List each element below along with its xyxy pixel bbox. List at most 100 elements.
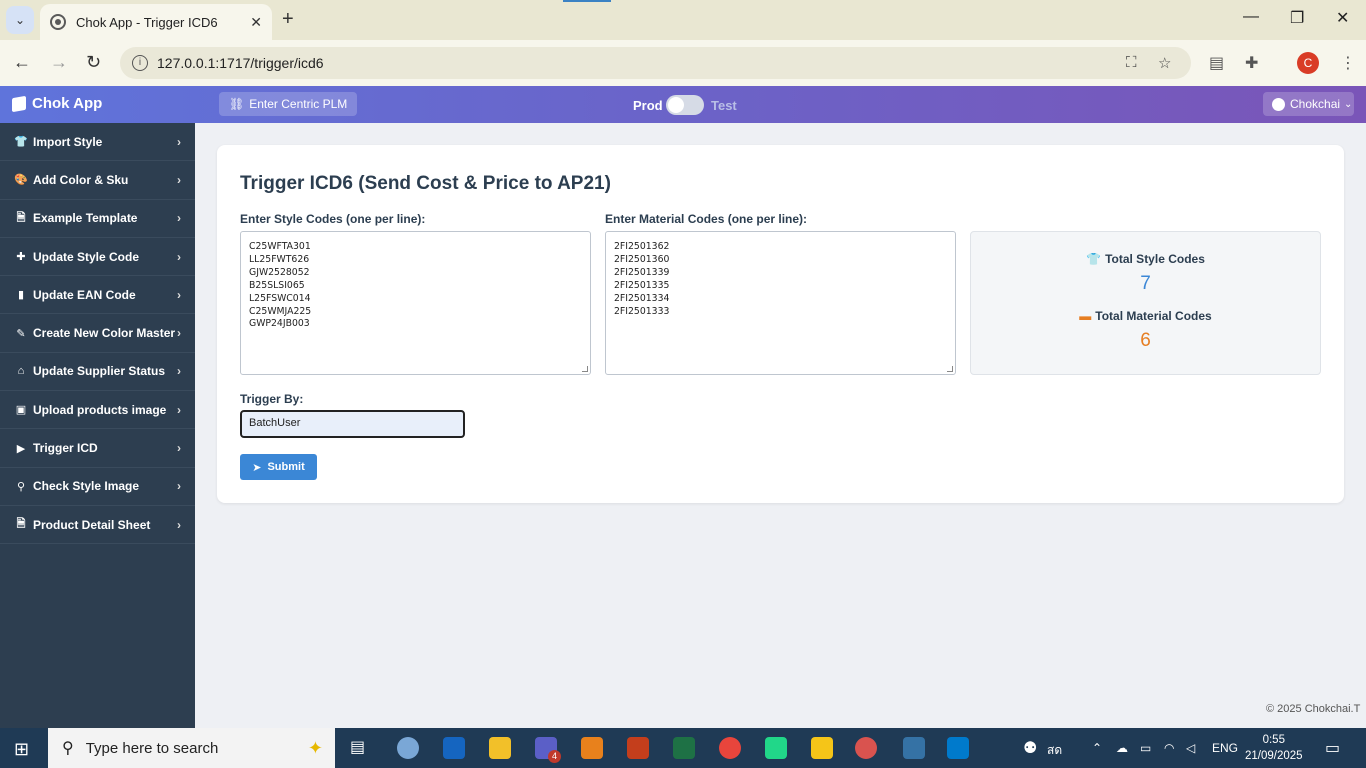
sidebar-item-label: Check Style Image xyxy=(33,479,140,494)
paint-icon[interactable] xyxy=(397,737,419,759)
python-icon[interactable] xyxy=(903,737,925,759)
toggle-knob xyxy=(668,97,684,113)
enter-centric-button[interactable]: ⛓ Enter Centric PLM xyxy=(219,92,358,116)
style-codes-textarea[interactable]: C25WFTA301 LL25FWT626 GJW2528052 B25SLSI… xyxy=(240,231,591,375)
powerpoint-icon[interactable] xyxy=(627,737,649,759)
file-explorer-icon[interactable] xyxy=(489,737,511,759)
chevron-right-icon: › xyxy=(177,287,181,302)
globe-icon xyxy=(50,14,66,30)
material-codes-textarea[interactable]: 2FI2501362 2FI2501360 2FI2501339 2FI2501… xyxy=(605,231,956,375)
system-clock[interactable]: 0:55 21/09/2025 xyxy=(1245,732,1303,764)
site-info-icon[interactable]: i xyxy=(132,55,148,71)
menu-icon[interactable]: ⋮ xyxy=(1340,53,1356,73)
chevron-right-icon: › xyxy=(177,249,181,264)
close-tab-icon[interactable]: ✕ xyxy=(250,14,262,31)
box-icon: ▬ xyxy=(1079,309,1092,323)
bookmark-star-icon[interactable]: ☆ xyxy=(1158,54,1171,72)
sidebar-item-create-new-color-master[interactable]: ✎ Create New Color Master › xyxy=(0,314,195,353)
style-codes-label: Enter Style Codes (one per line): xyxy=(240,212,426,226)
material-codes-label: Enter Material Codes (one per line): xyxy=(605,212,808,226)
total-style-label: 👕 Total Style Codes xyxy=(971,252,1320,266)
language-label[interactable]: ENG xyxy=(1212,741,1238,755)
sidebar: 👕 Import Style › 🎨 Add Color & Sku › 🗎 Example … xyxy=(0,123,195,728)
outlook-icon[interactable] xyxy=(443,737,465,759)
url-text[interactable]: 127.0.0.1:1717/trigger/icd6 xyxy=(157,55,324,71)
app-tray-icon[interactable]: ⚉ xyxy=(1023,738,1037,758)
trigger-by-input[interactable]: BatchUser xyxy=(240,410,465,438)
chrome-profile-icon[interactable] xyxy=(855,737,877,759)
resize-handle-icon[interactable] xyxy=(582,366,588,372)
resize-handle-icon[interactable] xyxy=(947,366,953,372)
address-bar[interactable]: i 127.0.0.1:1717/trigger/icd6 ⛶ ☆ xyxy=(120,47,1191,79)
restore-icon[interactable]: ❐ xyxy=(1290,8,1304,28)
teams-icon[interactable]: 4 xyxy=(535,737,561,763)
sidebar-item-update-ean-code[interactable]: ▮ Update EAN Code › xyxy=(0,276,195,315)
sidebar-item-trigger-icd[interactable]: ▶ Trigger ICD › xyxy=(0,429,195,468)
sidebar-item-label: Update Style Code xyxy=(33,249,140,264)
shirt-icon: 👕 xyxy=(1086,252,1102,266)
env-test-label: Test xyxy=(711,98,737,113)
notification-icon[interactable]: ▭ xyxy=(1325,738,1340,758)
close-window-icon[interactable]: ✕ xyxy=(1336,8,1349,28)
reload-icon[interactable]: ↻ xyxy=(86,52,101,73)
new-tab-icon[interactable]: + xyxy=(282,8,294,31)
task-view-icon[interactable]: ▤ xyxy=(350,737,372,759)
onedrive-icon[interactable]: ☁ xyxy=(1116,741,1128,755)
user-menu-button[interactable]: Chokchai ⌄ xyxy=(1263,92,1354,116)
browser-tab[interactable]: Chok App - Trigger ICD6 ✕ xyxy=(40,4,272,40)
tab-search-dropdown-icon[interactable]: ⌄ xyxy=(6,6,34,34)
reading-list-icon[interactable]: ▤ xyxy=(1209,53,1224,73)
chrome-icon[interactable] xyxy=(719,737,741,759)
shirt-icon: 👕 xyxy=(14,136,28,149)
sidebar-item-label: Add Color & Sku xyxy=(33,172,129,187)
sidebar-item-label: Update Supplier Status xyxy=(33,364,166,379)
display-icon[interactable]: ▭ xyxy=(1140,741,1151,755)
pycharm-icon[interactable] xyxy=(765,737,787,759)
chevron-right-icon: › xyxy=(177,402,181,417)
taskbar-search[interactable]: ⚲ Type here to search ✦ xyxy=(48,728,335,768)
env-toggle[interactable] xyxy=(666,95,704,115)
submit-button[interactable]: ➤ Submit xyxy=(240,454,317,480)
profile-avatar[interactable]: C xyxy=(1297,52,1319,74)
page-title: Trigger ICD6 (Send Cost & Price to AP21) xyxy=(240,173,611,194)
sidebar-item-check-style-image[interactable]: ⚲ Check Style Image › xyxy=(0,468,195,506)
chevron-up-icon[interactable]: ⌃ xyxy=(1092,741,1102,755)
vscode-icon[interactable] xyxy=(947,737,969,759)
sidebar-item-product-detail-sheet[interactable]: 🗎 Product Detail Sheet › xyxy=(0,506,195,545)
back-icon[interactable]: ← xyxy=(13,52,31,73)
sidebar-item-import-style[interactable]: 👕 Import Style › xyxy=(0,123,195,162)
chevron-right-icon: › xyxy=(177,326,181,341)
sidebar-item-upload-products-image[interactable]: ▣ Upload products image › xyxy=(0,391,195,430)
windows-start-icon[interactable]: ⊞ xyxy=(14,739,29,760)
sublime-icon[interactable] xyxy=(581,737,603,759)
puzzle-icon: ✚ xyxy=(16,251,26,264)
minimize-icon[interactable]: — xyxy=(1243,8,1259,26)
palette-icon: 🎨 xyxy=(14,174,28,187)
chevron-right-icon: › xyxy=(177,441,181,456)
forward-icon[interactable]: → xyxy=(50,52,68,73)
sidebar-item-update-style-code[interactable]: ✚ Update Style Code › xyxy=(0,238,195,277)
brush-icon: ✎ xyxy=(16,327,26,340)
translate-icon[interactable]: ⛶ xyxy=(1126,54,1137,71)
footer-copyright: © 2025 Chokchai.T xyxy=(1266,703,1361,715)
chevron-right-icon: › xyxy=(177,479,181,494)
sidebar-item-label: Example Template xyxy=(33,211,138,226)
sidebar-item-example-template[interactable]: 🗎 Example Template › xyxy=(0,200,195,238)
app-logo[interactable]: Chok App xyxy=(12,95,102,112)
sidebar-item-label: Trigger ICD xyxy=(33,441,98,456)
chevron-right-icon: › xyxy=(177,172,181,187)
sidebar-item-add-color-sku[interactable]: 🎨 Add Color & Sku › xyxy=(0,161,195,200)
wifi-icon[interactable]: ◠ xyxy=(1164,741,1174,755)
excel-icon[interactable] xyxy=(673,737,695,759)
submit-label: Submit xyxy=(267,461,305,473)
thai-ime-label[interactable]: สด xyxy=(1047,741,1062,760)
copilot-sparkle-icon[interactable]: ✦ xyxy=(308,738,323,759)
sidebar-item-update-supplier-status[interactable]: ⌂ Update Supplier Status › xyxy=(0,353,195,392)
sidebar-item-label: Create New Color Master xyxy=(33,326,176,341)
snipping-tool-icon[interactable] xyxy=(811,737,833,759)
volume-icon[interactable]: ◁ xyxy=(1186,741,1195,755)
search-icon: ⚲ xyxy=(16,480,26,493)
sidebar-item-label: Import Style xyxy=(33,134,103,149)
extensions-icon[interactable]: ✚ xyxy=(1245,53,1258,73)
file-icon: 🗎 xyxy=(16,211,26,224)
